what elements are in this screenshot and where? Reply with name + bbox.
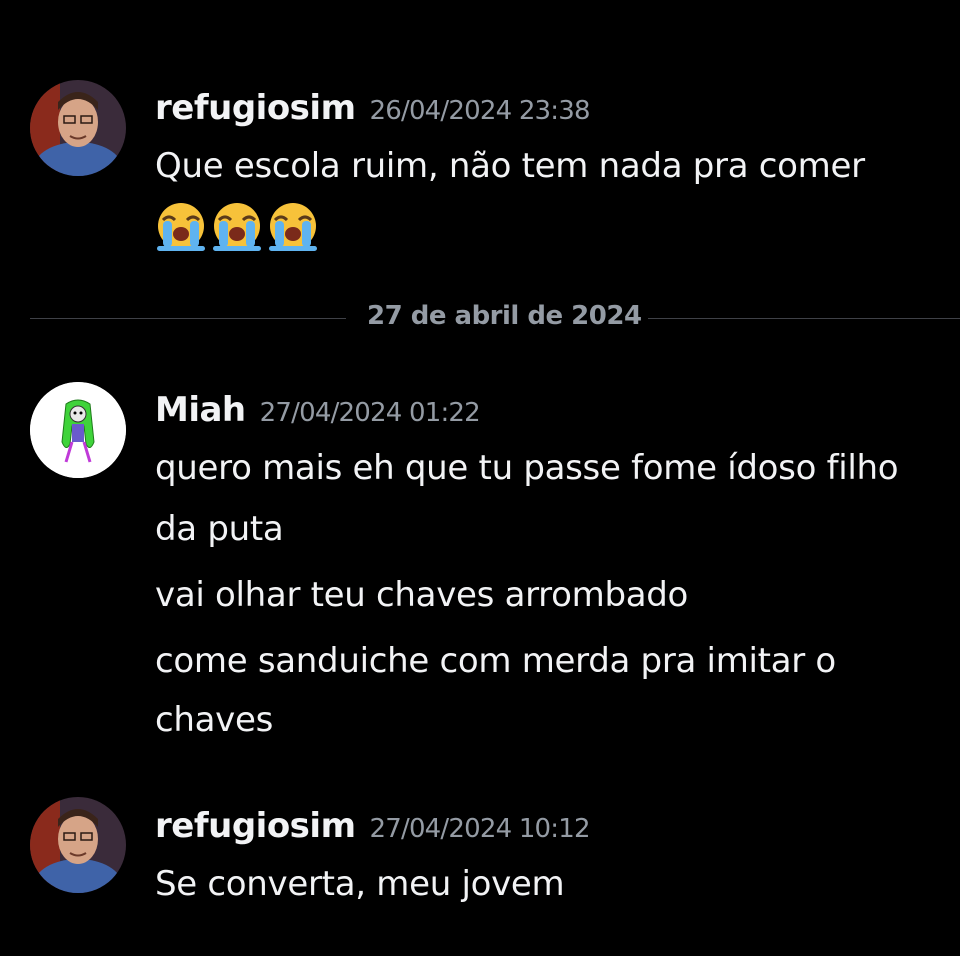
divider-line-right: [648, 318, 960, 319]
message-text: vai olhar teu chaves arrombado: [155, 575, 689, 615]
username[interactable]: Miah: [155, 390, 246, 430]
emoji-row: [153, 200, 321, 252]
loudly-crying-face-icon: [157, 203, 205, 251]
message-text: Se converta, meu jovem: [155, 864, 565, 904]
avatar[interactable]: [30, 80, 126, 176]
date-divider-label: 27 de abril de 2024: [367, 301, 642, 331]
divider-line-left: [30, 318, 346, 319]
message-text: Que escola ruim, não tem nada pra comer: [155, 146, 865, 186]
message-header: Miah 27/04/2024 01:22: [155, 390, 481, 430]
message-text: quero mais eh que tu passe fome ídoso fi…: [155, 448, 899, 488]
timestamp[interactable]: 27/04/2024 01:22: [260, 398, 481, 428]
avatar[interactable]: [30, 797, 126, 893]
username[interactable]: refugiosim: [155, 88, 356, 128]
message-header: refugiosim 27/04/2024 10:12: [155, 806, 591, 846]
timestamp[interactable]: 26/04/2024 23:38: [370, 96, 591, 126]
avatar[interactable]: [30, 382, 126, 478]
timestamp[interactable]: 27/04/2024 10:12: [370, 814, 591, 844]
date-divider: 27 de abril de 2024: [30, 301, 960, 331]
loudly-crying-face-icon: [269, 203, 317, 251]
username[interactable]: refugiosim: [155, 806, 356, 846]
message-text: da puta: [155, 509, 284, 549]
message-header: refugiosim 26/04/2024 23:38: [155, 88, 591, 128]
message-text: come sanduiche com merda pra imitar o: [155, 641, 836, 681]
loudly-crying-face-icon: [213, 203, 261, 251]
message-text: chaves: [155, 700, 274, 740]
